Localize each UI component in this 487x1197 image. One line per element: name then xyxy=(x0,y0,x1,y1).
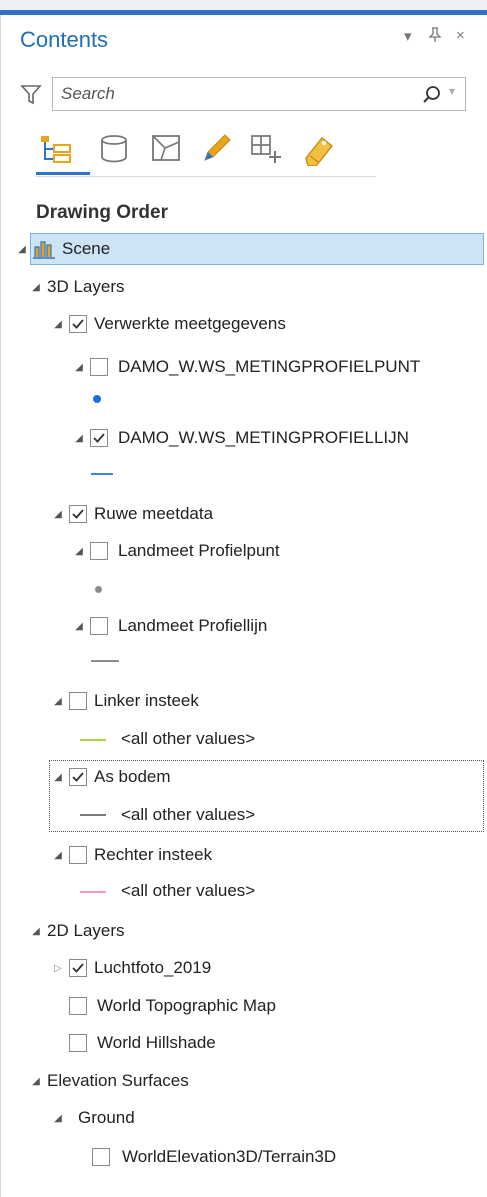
expand-triangle-icon[interactable]: ◢ xyxy=(52,319,64,330)
tree-item-label: Luchtfoto_2019 xyxy=(94,958,212,977)
point-symbol-icon xyxy=(95,586,102,593)
close-icon[interactable]: × xyxy=(456,27,465,44)
layer-checkbox[interactable] xyxy=(69,846,87,864)
tree-group-3d-layers[interactable]: ◢ 3D Layers xyxy=(30,272,124,302)
tree-group-elevation-surfaces[interactable]: ◢ Elevation Surfaces xyxy=(30,1066,189,1096)
scene-icon xyxy=(32,238,56,260)
search-options-chevron-icon[interactable]: ▾ xyxy=(449,84,455,98)
tree-item-damo-metingprofielpunt[interactable]: ◢ DAMO_W.WS_METINGPROFIELPUNT xyxy=(73,352,420,382)
layer-checkbox[interactable] xyxy=(90,617,108,635)
expand-triangle-icon[interactable]: ◢ xyxy=(73,621,85,632)
search-input[interactable] xyxy=(61,83,401,105)
pane-menu-icon[interactable]: ▾ xyxy=(404,27,412,45)
tree-item-label: DAMO_W.WS_METINGPROFIELPUNT xyxy=(118,357,421,376)
line-symbol-icon xyxy=(80,739,106,741)
layer-checkbox[interactable] xyxy=(90,358,108,376)
tree-item-ruwe-meetdata[interactable]: ◢ Ruwe meetdata xyxy=(52,499,213,529)
tree-item-landmeet-profiellijn[interactable]: ◢ Landmeet Profiellijn xyxy=(73,611,267,641)
tab-divider xyxy=(36,176,376,177)
tree-item-landmeet-profielpunt[interactable]: ◢ Landmeet Profielpunt xyxy=(73,536,280,566)
group-label: 3D Layers xyxy=(47,277,125,296)
expand-triangle-icon[interactable]: ◢ xyxy=(73,433,85,444)
drawing-order-icon[interactable] xyxy=(36,130,76,168)
expand-triangle-icon[interactable]: ◢ xyxy=(52,509,64,520)
expand-triangle-icon[interactable]: ◢ xyxy=(52,696,64,707)
line-symbol-icon xyxy=(91,660,119,662)
tree-item-as-bodem[interactable]: ◢ As bodem xyxy=(52,762,171,792)
expand-triangle-icon[interactable]: ◢ xyxy=(52,850,64,861)
group-label: Elevation Surfaces xyxy=(47,1071,189,1090)
expand-triangle-icon[interactable]: ◢ xyxy=(52,1113,64,1124)
tree-item-label: Landmeet Profielpunt xyxy=(118,541,280,560)
tree-item-verwerkte-meetgegevens[interactable]: ◢ Verwerkte meetgegevens xyxy=(52,309,286,339)
layer-checkbox[interactable] xyxy=(92,1148,110,1166)
search-icon[interactable] xyxy=(421,84,443,106)
legend-label: <all other values> xyxy=(121,805,256,824)
layer-checkbox[interactable] xyxy=(90,429,108,447)
data-source-icon[interactable] xyxy=(94,130,134,168)
layer-checkbox[interactable] xyxy=(69,768,87,786)
pin-icon[interactable] xyxy=(428,27,442,47)
legend-label: <all other values> xyxy=(121,729,256,748)
line-symbol-icon xyxy=(80,814,106,816)
tree-item-label: World Hillshade xyxy=(97,1033,216,1052)
tree-item-ground[interactable]: ◢ Ground xyxy=(52,1103,135,1133)
labeling-icon[interactable] xyxy=(300,130,340,168)
tree-item-rechter-insteek[interactable]: ◢ Rechter insteek xyxy=(52,840,212,870)
point-symbol-icon xyxy=(93,395,101,403)
pane-title: Contents xyxy=(20,27,109,52)
tree-item-scene[interactable]: ◢ Scene xyxy=(16,234,110,264)
expand-triangle-icon[interactable]: ◢ xyxy=(52,772,64,783)
line-symbol-icon xyxy=(91,473,113,475)
tree-item-label: Scene xyxy=(62,239,111,258)
expand-triangle-icon[interactable]: ◢ xyxy=(30,282,42,293)
tree-item-label: WorldElevation3D/Terrain3D xyxy=(122,1147,337,1166)
tree-item-damo-metingprofiellijn[interactable]: ◢ DAMO_W.WS_METINGPROFIELLIJN xyxy=(73,423,409,453)
title-bar-strip xyxy=(0,0,487,10)
tree-item-world-hillshade[interactable]: World Hillshade xyxy=(69,1028,216,1058)
expand-triangle-icon[interactable]: ◢ xyxy=(73,362,85,373)
line-symbol-icon xyxy=(80,891,106,893)
tree-item-label: As bodem xyxy=(94,767,171,786)
editing-icon[interactable] xyxy=(196,130,236,168)
tree-item-linker-insteek[interactable]: ◢ Linker insteek xyxy=(52,686,199,716)
tree-item-label: DAMO_W.WS_METINGPROFIELLIJN xyxy=(118,428,409,447)
expand-triangle-icon[interactable]: ◢ xyxy=(30,926,42,937)
expand-triangle-icon[interactable]: ◢ xyxy=(30,1076,42,1087)
search-box: ▾ xyxy=(52,77,466,111)
layer-checkbox[interactable] xyxy=(69,315,87,333)
section-heading: Drawing Order xyxy=(36,202,168,223)
expand-triangle-icon[interactable]: ◢ xyxy=(73,546,85,557)
tree-item-label: Verwerkte meetgegevens xyxy=(94,314,286,333)
tree-item-label: Ruwe meetdata xyxy=(94,504,214,523)
legend-label: <all other values> xyxy=(121,881,256,900)
collapse-triangle-icon[interactable]: ▷ xyxy=(52,963,64,974)
tree-item-label: Landmeet Profiellijn xyxy=(118,616,268,635)
tree-item-label: Rechter insteek xyxy=(94,845,213,864)
tree-item-label: Ground xyxy=(78,1108,135,1127)
layer-checkbox[interactable] xyxy=(69,692,87,710)
layer-checkbox[interactable] xyxy=(69,959,87,977)
selection-icon[interactable] xyxy=(146,130,186,168)
layer-checkbox[interactable] xyxy=(90,542,108,560)
tree-item-label: World Topographic Map xyxy=(97,996,276,1015)
tree-item-worldelevation3d-terrain3d[interactable]: WorldElevation3D/Terrain3D xyxy=(92,1142,336,1172)
expand-triangle-icon[interactable]: ◢ xyxy=(16,244,28,255)
layer-checkbox[interactable] xyxy=(69,505,87,523)
tree-item-label: Linker insteek xyxy=(94,691,199,710)
filter-icon[interactable] xyxy=(20,83,42,107)
tree-item-luchtfoto-2019[interactable]: ▷ Luchtfoto_2019 xyxy=(52,953,211,983)
layer-checkbox[interactable] xyxy=(69,1034,87,1052)
layer-checkbox[interactable] xyxy=(69,997,87,1015)
tree-item-world-topographic-map[interactable]: World Topographic Map xyxy=(69,991,276,1021)
tree-group-2d-layers[interactable]: ◢ 2D Layers xyxy=(30,916,124,946)
snapping-icon[interactable] xyxy=(246,130,286,168)
active-tab-indicator xyxy=(36,172,90,175)
group-label: 2D Layers xyxy=(47,921,125,940)
